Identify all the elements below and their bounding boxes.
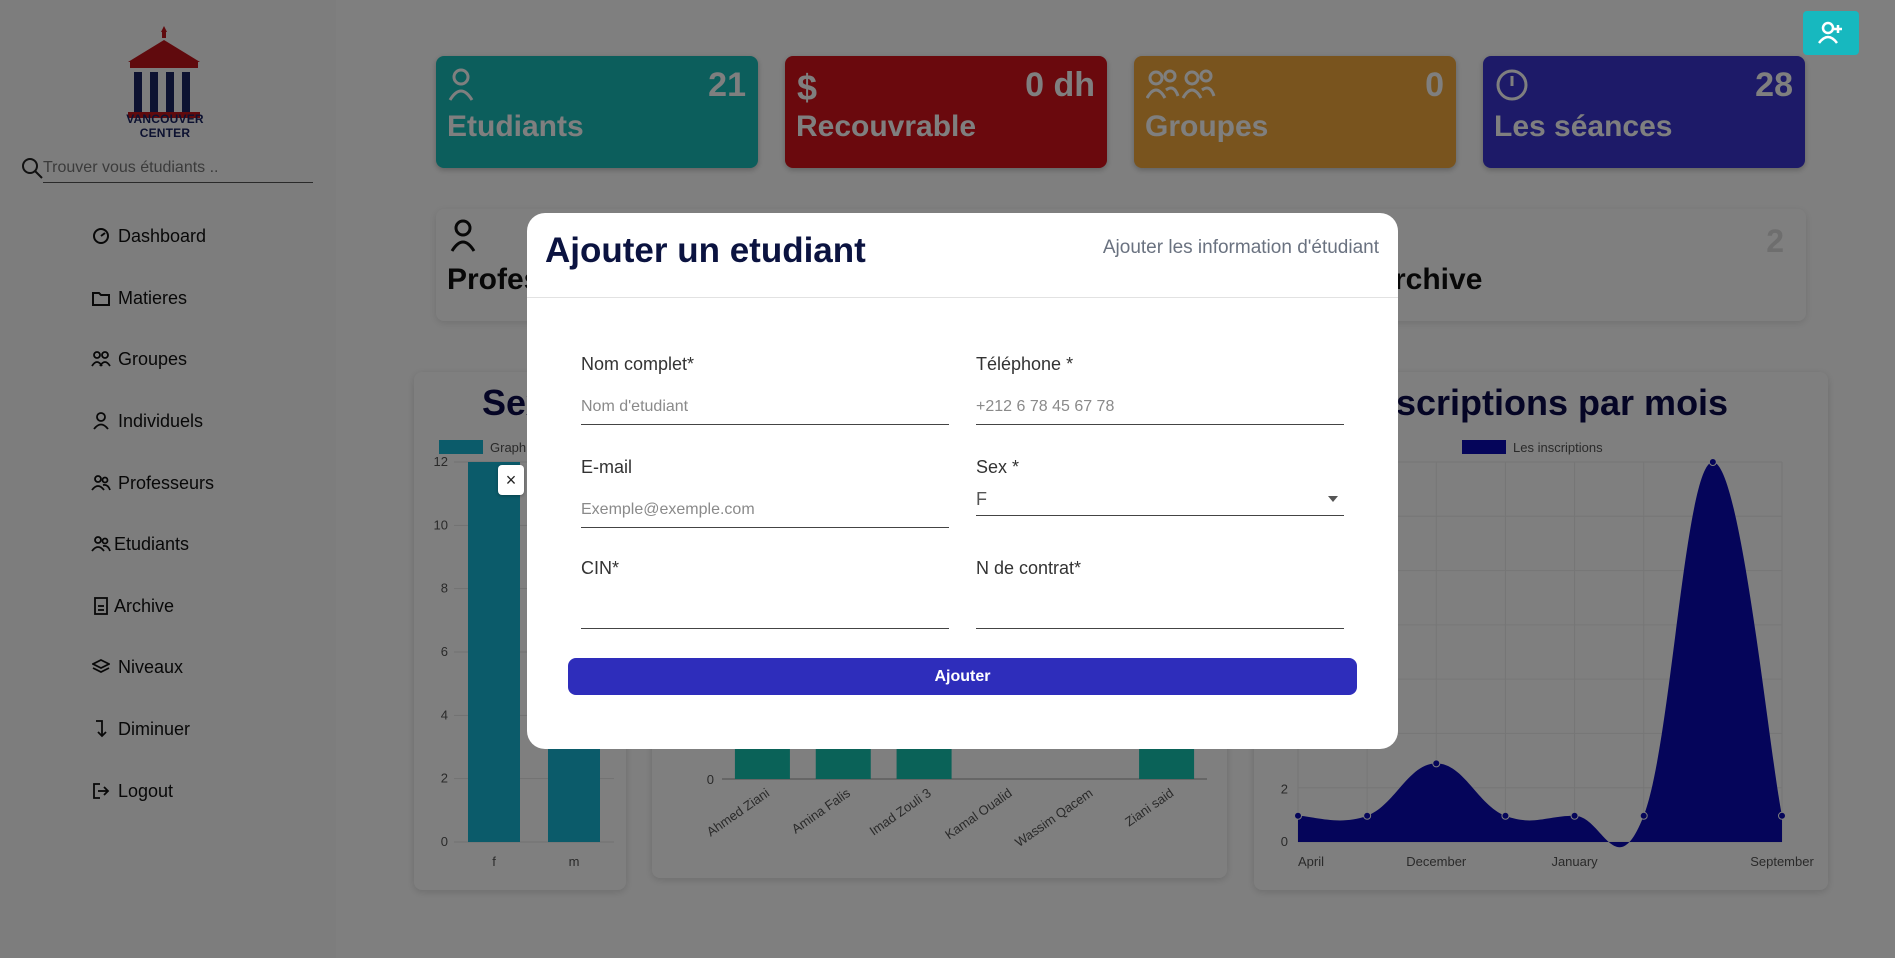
- field-label: Sex *: [976, 457, 1020, 477]
- sex-select[interactable]: F: [976, 483, 1344, 516]
- submit-button[interactable]: Ajouter: [568, 658, 1357, 695]
- email-input[interactable]: [581, 493, 949, 528]
- telephone-field: Téléphone *: [976, 354, 1344, 425]
- divider: [527, 297, 1398, 298]
- modal-subtitle: Ajouter les information d'étudiant: [1102, 237, 1379, 258]
- chevron-down-icon: [1328, 496, 1338, 502]
- field-label: CIN*: [581, 558, 620, 578]
- add-student-modal: Ajouter un etudiant Ajouter les informat…: [527, 213, 1398, 749]
- close-button[interactable]: ×: [498, 465, 524, 495]
- field-label: E-mail: [581, 457, 633, 477]
- email-field: E-mail: [581, 457, 949, 528]
- contrat-field: N de contrat*: [976, 558, 1344, 629]
- add-student-button[interactable]: [1803, 11, 1859, 55]
- telephone-input[interactable]: [976, 390, 1344, 425]
- modal-title: Ajouter un etudiant: [545, 231, 866, 270]
- field-label: Téléphone *: [976, 354, 1074, 374]
- add-user-icon: [1818, 21, 1842, 44]
- field-label: N de contrat*: [976, 558, 1082, 578]
- cin-input[interactable]: [581, 594, 949, 629]
- nom-input[interactable]: [581, 390, 949, 425]
- cin-field: CIN*: [581, 558, 949, 629]
- select-value: F: [976, 488, 987, 509]
- contrat-input[interactable]: [976, 594, 1344, 629]
- nom-field: Nom complet*: [581, 354, 949, 425]
- field-label: Nom complet*: [581, 354, 695, 374]
- sex-field: Sex * F: [976, 457, 1344, 516]
